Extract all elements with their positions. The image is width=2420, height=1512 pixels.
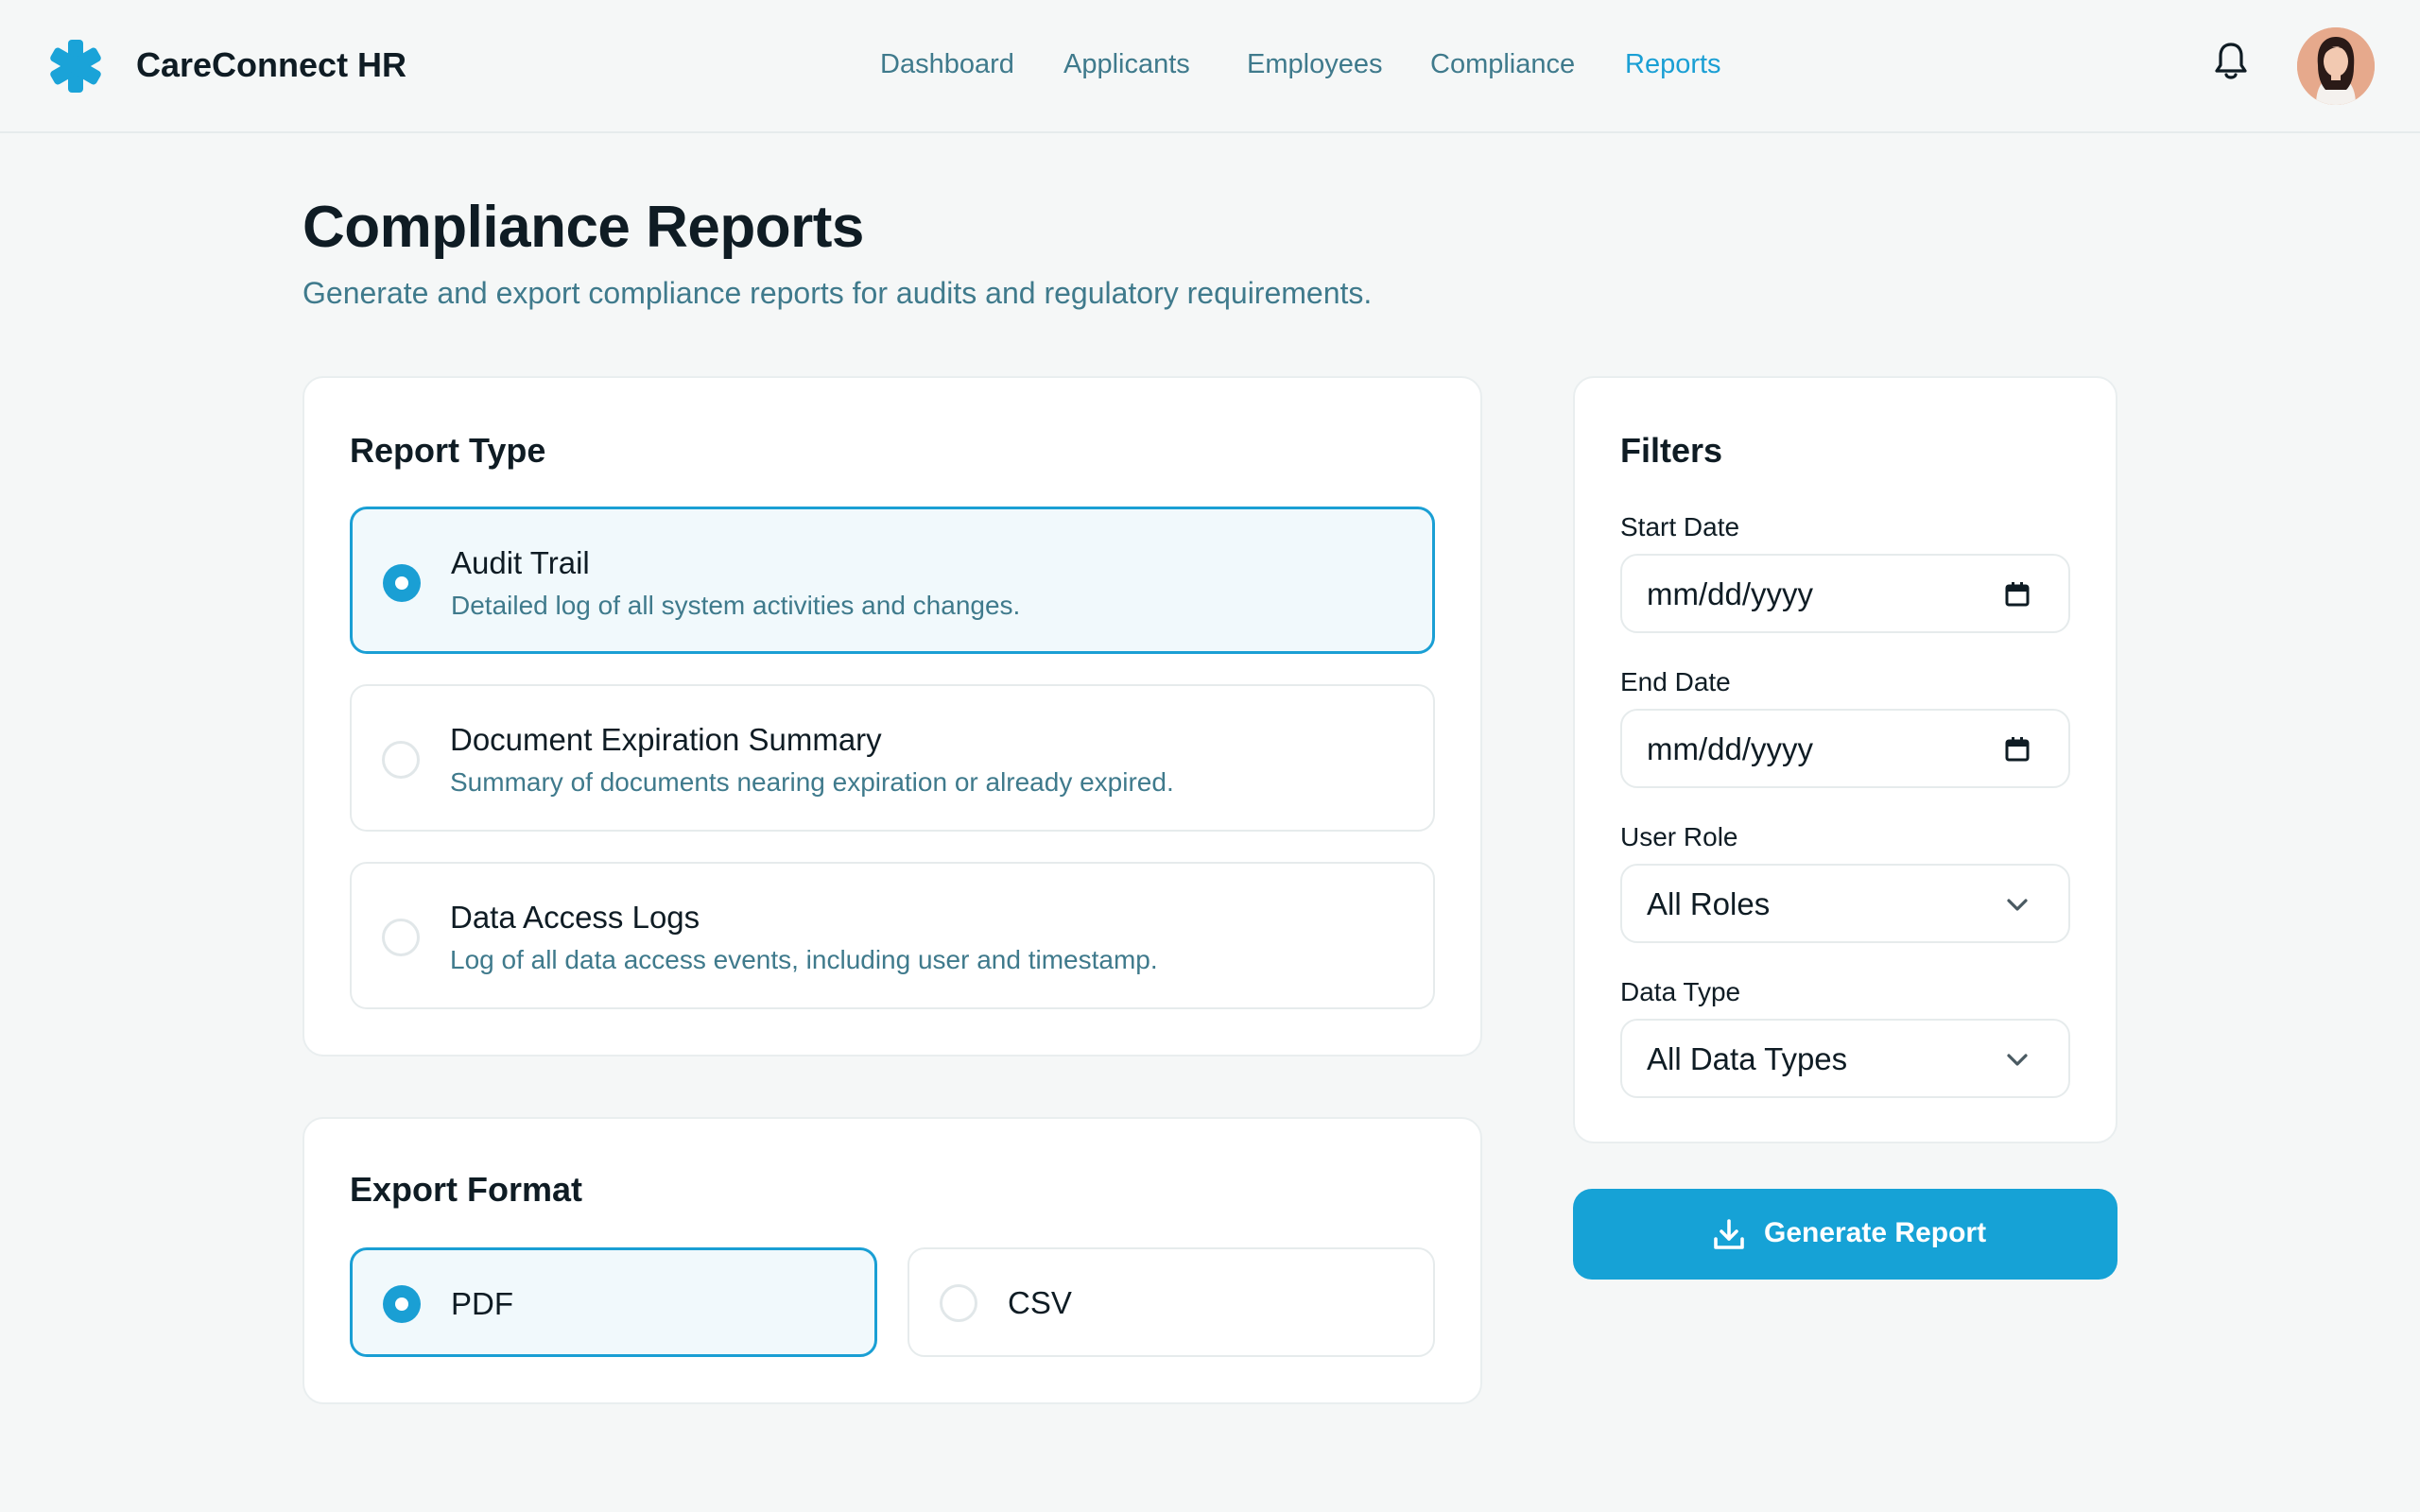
top-navigation-bar: CareConnect HR Dashboard Applicants Empl… — [0, 0, 2420, 133]
data-type-value: All Data Types — [1647, 1041, 1848, 1076]
option-description: Log of all data access events, including… — [450, 945, 1158, 974]
option-description: Detailed log of all system activities an… — [451, 591, 1021, 620]
start-date-input[interactable]: mm/dd/yyyy — [1620, 554, 2070, 633]
end-date-input[interactable]: mm/dd/yyyy — [1620, 709, 2070, 788]
nav-dashboard[interactable]: Dashboard — [880, 49, 1014, 80]
option-description: Summary of documents nearing expiration … — [450, 767, 1174, 797]
radio-selected[interactable] — [383, 564, 421, 602]
radio-selected[interactable] — [383, 1285, 421, 1323]
report-option-data-access-logs[interactable]: Data Access Logs Log of all data access … — [350, 862, 1435, 1009]
report-type-heading: Report Type — [350, 431, 546, 470]
nav-reports[interactable]: Reports — [1625, 49, 1721, 80]
chevron-down-icon — [2007, 899, 2028, 911]
bell-icon[interactable] — [2212, 40, 2250, 81]
export-format-heading: Export Format — [350, 1170, 583, 1209]
format-option-pdf[interactable]: PDF — [350, 1247, 877, 1357]
nav-employees[interactable]: Employees — [1247, 49, 1382, 80]
radio-unselected[interactable] — [382, 741, 420, 779]
user-role-value: All Roles — [1647, 886, 1771, 921]
user-role-select[interactable]: All Roles — [1620, 864, 2070, 943]
avatar[interactable] — [2297, 27, 2375, 105]
data-type-select[interactable]: All Data Types — [1620, 1019, 2070, 1098]
end-date-placeholder: mm/dd/yyyy — [1647, 731, 1814, 766]
generate-report-button[interactable]: Generate Report — [1573, 1189, 2118, 1280]
report-type-card: Report Type Audit Trail Detailed log of … — [302, 376, 1482, 1057]
page-title: Compliance Reports — [302, 195, 864, 260]
download-icon — [1714, 1219, 1744, 1249]
chevron-down-icon — [2007, 1054, 2028, 1066]
option-title: Document Expiration Summary — [450, 722, 882, 757]
start-date-placeholder: mm/dd/yyyy — [1647, 576, 1814, 611]
radio-unselected[interactable] — [940, 1284, 977, 1322]
calendar-icon[interactable] — [2002, 579, 2032, 610]
report-option-audit-trail[interactable]: Audit Trail Detailed log of all system a… — [350, 507, 1435, 654]
option-title: Data Access Logs — [450, 900, 700, 935]
filters-card: Filters Start Date mm/dd/yyyy End Date m… — [1573, 376, 2118, 1143]
format-label: CSV — [1008, 1285, 1072, 1320]
radio-unselected[interactable] — [382, 919, 420, 956]
data-type-label: Data Type — [1620, 977, 1741, 1006]
nav-applicants[interactable]: Applicants — [1063, 49, 1190, 80]
page-subtitle: Generate and export compliance reports f… — [302, 276, 1373, 310]
user-portrait-icon — [2297, 27, 2375, 105]
end-date-label: End Date — [1620, 667, 1731, 696]
generate-report-label: Generate Report — [1764, 1217, 1987, 1248]
option-title: Audit Trail — [451, 545, 590, 580]
filters-heading: Filters — [1620, 431, 1723, 470]
main-nav: Dashboard Applicants Employees Complianc… — [0, 49, 2420, 87]
format-option-csv[interactable]: CSV — [908, 1247, 1435, 1357]
export-format-card: Export Format PDF CSV — [302, 1117, 1482, 1404]
nav-compliance[interactable]: Compliance — [1430, 49, 1575, 80]
user-role-label: User Role — [1620, 822, 1738, 851]
calendar-icon[interactable] — [2002, 734, 2032, 765]
format-label: PDF — [451, 1286, 513, 1321]
start-date-label: Start Date — [1620, 512, 1740, 541]
report-option-document-expiration[interactable]: Document Expiration Summary Summary of d… — [350, 684, 1435, 832]
